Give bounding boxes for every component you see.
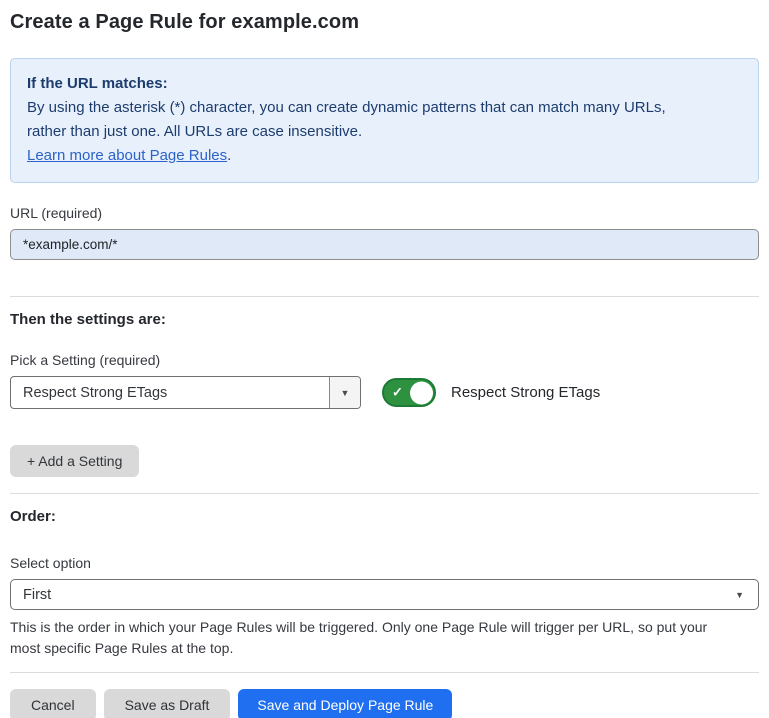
chevron-down-icon: ▼ [341, 388, 350, 398]
form-actions: Cancel Save as Draft Save and Deploy Pag… [10, 689, 759, 718]
order-section-heading: Order: [10, 508, 759, 525]
info-heading: If the URL matches: [27, 72, 742, 96]
cancel-button[interactable]: Cancel [10, 689, 96, 718]
info-body-line: rather than just one. All URLs are case … [27, 120, 742, 144]
save-and-deploy-button[interactable]: Save and Deploy Page Rule [238, 689, 452, 718]
pick-setting-label: Pick a Setting (required) [10, 352, 759, 368]
learn-more-link[interactable]: Learn more about Page Rules [27, 147, 227, 164]
chevron-down-icon: ▼ [735, 590, 744, 600]
info-link-line: Learn more about Page Rules. [27, 144, 742, 168]
order-help-line: This is the order in which your Page Rul… [10, 617, 759, 638]
divider [10, 493, 759, 494]
setting-dropdown-value: Respect Strong ETags [11, 377, 329, 408]
order-help-line: most specific Page Rules at the top. [10, 638, 759, 659]
page-rule-form: Create a Page Rule for example.com If th… [0, 11, 769, 718]
add-setting-button[interactable]: + Add a Setting [10, 445, 139, 477]
info-body-line: By using the asterisk (*) character, you… [27, 96, 742, 120]
divider [10, 672, 759, 673]
url-match-info-callout: If the URL matches: By using the asteris… [10, 58, 759, 183]
url-input[interactable] [10, 229, 759, 260]
divider [10, 296, 759, 297]
save-as-draft-button[interactable]: Save as Draft [104, 689, 231, 718]
toggle-check-icon: ✓ [392, 384, 403, 400]
setting-row: Respect Strong ETags ▼ ✓ Respect Strong … [10, 376, 759, 409]
toggle-knob [410, 381, 433, 404]
setting-dropdown[interactable]: Respect Strong ETags ▼ [10, 376, 361, 409]
setting-toggle[interactable]: ✓ [382, 378, 436, 407]
toggle-label: Respect Strong ETags [451, 384, 600, 401]
page-title: Create a Page Rule for example.com [10, 11, 759, 34]
settings-section-heading: Then the settings are: [10, 311, 759, 328]
order-dropdown[interactable]: First ▼ [10, 579, 759, 610]
order-help-text: This is the order in which your Page Rul… [10, 617, 759, 659]
link-suffix: . [227, 147, 231, 164]
url-field-label: URL (required) [10, 205, 759, 221]
order-select-label: Select option [10, 555, 759, 571]
dropdown-arrow-button[interactable]: ▼ [329, 377, 360, 408]
order-dropdown-value: First [23, 587, 51, 603]
